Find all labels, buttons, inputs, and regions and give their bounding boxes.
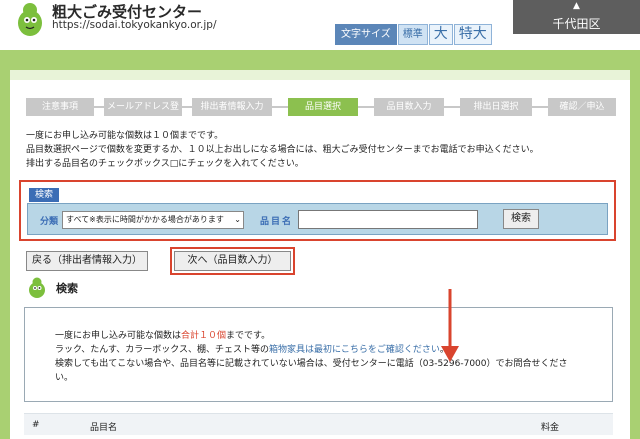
step-connector — [358, 106, 374, 108]
step-date-selection: 排出日選択 — [460, 98, 532, 116]
step-item-selection: 品目選択 — [288, 98, 358, 116]
info-line: ラック、たんす、カラーボックス、棚、チェスト等の箱物家具は最初にこちらをご確認く… — [55, 345, 449, 355]
step-discharger-info: 排出者情報入力 — [192, 98, 272, 116]
intro-line: 排出する品目名のチェックボックス□にチェックを入れてください。 — [26, 159, 304, 169]
info-box: 一度にお申し込み可能な個数は合計１０個までです。 ラック、たんす、カラーボックス… — [24, 307, 613, 402]
font-size-switcher: 文字サイズ 標準 大 特大 — [335, 24, 492, 45]
step-confirm: 確認／申込 — [548, 98, 616, 116]
intro-line: 品目数選択ページで個数を変更するか、１０以上お出しになる場合には、粗大ごみ受付セ… — [26, 145, 539, 155]
category-label: 分類 — [40, 217, 59, 227]
step-connector — [272, 106, 288, 108]
search-bar: 分類 すべて※表示に時間がかかる場合があります ⌄ 品目名 検索 — [27, 203, 608, 235]
content-top-stripe — [10, 70, 630, 80]
font-size-label: 文字サイズ — [335, 24, 397, 45]
intro-line: 一度にお申し込み可能な個数は１０個までです。 — [26, 131, 224, 141]
category-select[interactable]: すべて※表示に時間がかかる場合があります ⌄ — [62, 211, 244, 229]
ward-selector[interactable]: ▲ 千代田区 — [513, 0, 640, 34]
chevron-up-icon: ▲ — [573, 1, 580, 11]
search-tab: 検索 — [29, 188, 60, 202]
mascot-icon — [29, 277, 45, 298]
item-name-input[interactable] — [298, 210, 478, 229]
step-connector — [94, 106, 104, 108]
step-notice: 注意事項 — [26, 98, 94, 116]
info-line: い。 — [55, 373, 74, 383]
step-connector — [532, 106, 548, 108]
ward-name: 千代田区 — [552, 17, 601, 31]
step-item-count: 品目数入力 — [374, 98, 444, 116]
chevron-down-icon: ⌄ — [234, 215, 241, 224]
item-name-label: 品目名 — [260, 217, 294, 227]
mascot-logo-icon[interactable] — [14, 2, 46, 38]
step-email: メールアドレス登録 — [104, 98, 182, 130]
items-table-header: # 品目名 料金 — [24, 413, 613, 435]
column-header-number: # — [32, 420, 40, 430]
site-header: 粗大ごみ受付センター https://sodai.tokyokankyo.or.… — [0, 0, 640, 50]
back-button[interactable]: 戻る（排出者情報入力） — [26, 251, 148, 271]
font-size-standard-button[interactable]: 標準 — [397, 24, 428, 45]
box-furniture-link[interactable]: 箱物家具は最初にこちらをご確認ください — [269, 345, 440, 355]
section-heading: 検索 — [56, 282, 78, 295]
step-connector — [444, 106, 460, 108]
search-button[interactable]: 検索 — [503, 209, 539, 229]
limit-highlight: 合計１０個 — [181, 331, 227, 341]
site-url: https://sodai.tokyokankyo.or.jp/ — [52, 19, 217, 31]
step-connector — [182, 106, 192, 108]
category-select-value: すべて※表示に時間がかかる場合があります — [66, 215, 224, 224]
column-header-fee: 料金 — [541, 423, 560, 433]
info-text: 一度にお申し込み可能な個数は合計１０個までです。 ラック、たんす、カラーボックス… — [55, 329, 568, 385]
search-panel-highlight: 検索 分類 すべて※表示に時間がかかる場合があります ⌄ 品目名 検索 — [19, 180, 616, 241]
info-line: 一度にお申し込み可能な個数は合計１０個までです。 — [55, 331, 271, 341]
intro-text: 一度にお申し込み可能な個数は１０個までです。 品目数選択ページで個数を変更するか… — [26, 129, 539, 171]
next-button[interactable]: 次へ（品目数入力） — [174, 251, 291, 271]
font-size-extra-large-button[interactable]: 特大 — [453, 24, 492, 45]
font-size-large-button[interactable]: 大 — [428, 24, 453, 45]
column-header-item-name: 品目名 — [90, 423, 118, 433]
info-line: 検索しても出てこない場合や、品目名等に記載されていない場合は、受付センターに電話… — [55, 359, 568, 369]
